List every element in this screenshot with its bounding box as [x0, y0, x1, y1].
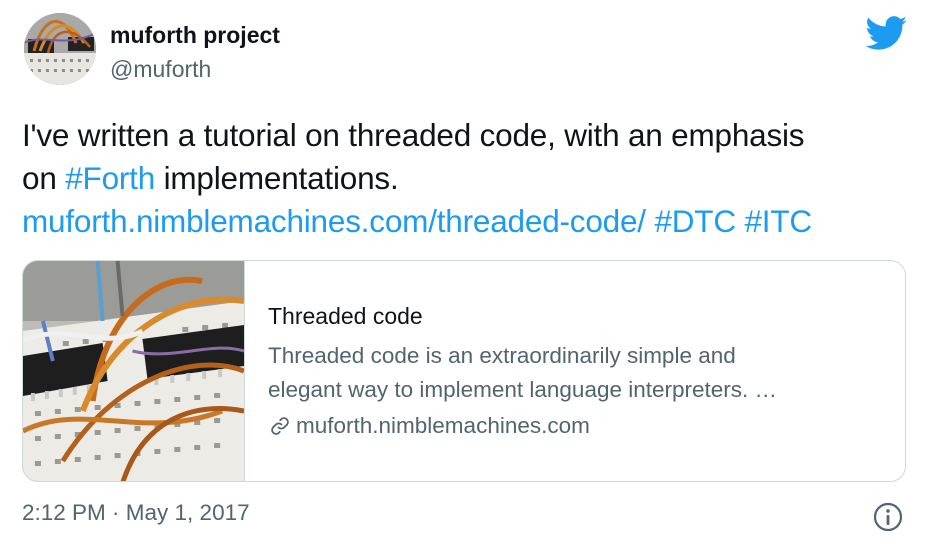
tweet-text-suffix: implementations.	[155, 160, 399, 196]
breadboard-photo	[23, 261, 244, 481]
breadboard-photo	[24, 13, 96, 85]
avatar[interactable]	[24, 13, 96, 85]
card-title: Threaded code	[268, 303, 423, 329]
card-domain-text: muforth.nimblemachines.com	[296, 413, 590, 438]
tweet-text: I've written a tutorial on threaded code…	[22, 114, 917, 243]
tweet-text-line1: I've written a tutorial on threaded code…	[22, 117, 805, 153]
card-body[interactable]: Threaded code Threaded code is an extrao…	[268, 301, 888, 443]
tweet-timestamp[interactable]: 2:12 PM · May 1, 2017	[22, 500, 250, 526]
card-description: Threaded code is an extraordinarily simp…	[268, 339, 888, 407]
tweet-text-line3: muforth.nimblemachines.com/threaded-code…	[22, 200, 917, 243]
hashtag-itc-link[interactable]: #ITC	[744, 203, 812, 239]
card-description-line2: elegant way to implement language interp…	[268, 377, 778, 402]
tweet-text-line2: on #Forth implementations.	[22, 157, 917, 200]
tweet-text-prefix: on	[22, 160, 66, 196]
tutorial-url-link[interactable]: muforth.nimblemachines.com/threaded-code…	[22, 203, 646, 239]
card-description-line1: Threaded code is an extraordinarily simp…	[268, 343, 736, 368]
card-thumbnail[interactable]	[23, 261, 245, 481]
link-preview-card[interactable]: Threaded code Threaded code is an extrao…	[22, 260, 906, 482]
hashtag-dtc-link[interactable]: #DTC	[654, 203, 736, 239]
info-icon[interactable]	[872, 501, 904, 533]
link-icon	[271, 417, 289, 435]
card-domain: muforth.nimblemachines.com	[268, 409, 888, 443]
author-display-name[interactable]: muforth project	[110, 22, 280, 49]
author-handle[interactable]: @muforth	[110, 56, 211, 83]
twitter-bird-icon[interactable]	[865, 16, 908, 51]
hashtag-forth-link[interactable]: #Forth	[65, 160, 155, 196]
